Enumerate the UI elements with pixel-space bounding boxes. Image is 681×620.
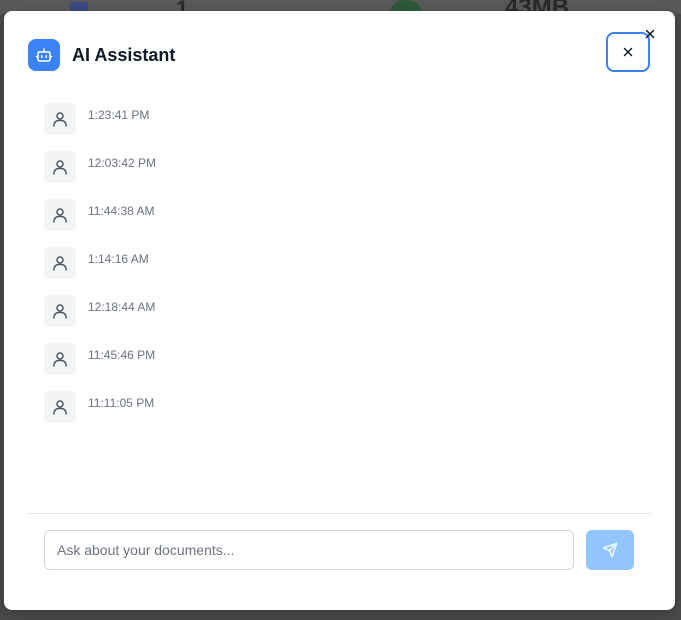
message-timestamp: 11:45:46 PM — [88, 348, 156, 362]
close-icon[interactable] — [642, 26, 658, 42]
message-item: 11:44:38 AM — [44, 199, 156, 231]
send-button[interactable] — [586, 530, 634, 570]
close-icon — [623, 47, 633, 57]
user-icon — [44, 103, 76, 135]
dialog-title: AI Assistant — [72, 44, 176, 65]
user-icon — [44, 295, 76, 327]
message-item: 12:03:42 PM — [44, 151, 156, 183]
message-item: 1:14:16 AM — [44, 247, 156, 279]
message-timestamp: 1:23:41 PM — [88, 108, 150, 122]
message-item: 11:45:46 PM — [44, 343, 156, 375]
chat-input[interactable] — [44, 530, 574, 570]
user-icon — [44, 343, 76, 375]
dialog-header: AI Assistant — [28, 39, 175, 71]
message-timestamp: 11:44:38 AM — [88, 204, 155, 218]
user-icon — [44, 391, 76, 423]
message-item: 1:23:41 PM — [44, 103, 156, 135]
ai-assistant-dialog: AI Assistant 1:23:41 PM 12:03:42 PM 11:4… — [4, 11, 675, 610]
message-timestamp: 12:03:42 PM — [88, 156, 157, 170]
bot-icon — [28, 39, 60, 71]
message-item: 11:11:05 PM — [44, 391, 156, 423]
message-item: 12:18:44 AM — [44, 295, 156, 327]
message-timestamp: 11:11:05 PM — [88, 396, 155, 410]
message-timestamp: 12:18:44 AM — [88, 300, 156, 314]
message-timestamp: 1:14:16 AM — [88, 252, 149, 266]
send-icon — [602, 542, 618, 558]
user-icon — [44, 247, 76, 279]
composer-divider — [28, 513, 651, 514]
user-icon — [44, 151, 76, 183]
user-icon — [44, 199, 76, 231]
message-list: 1:23:41 PM 12:03:42 PM 11:44:38 AM 1:14:… — [44, 103, 156, 439]
